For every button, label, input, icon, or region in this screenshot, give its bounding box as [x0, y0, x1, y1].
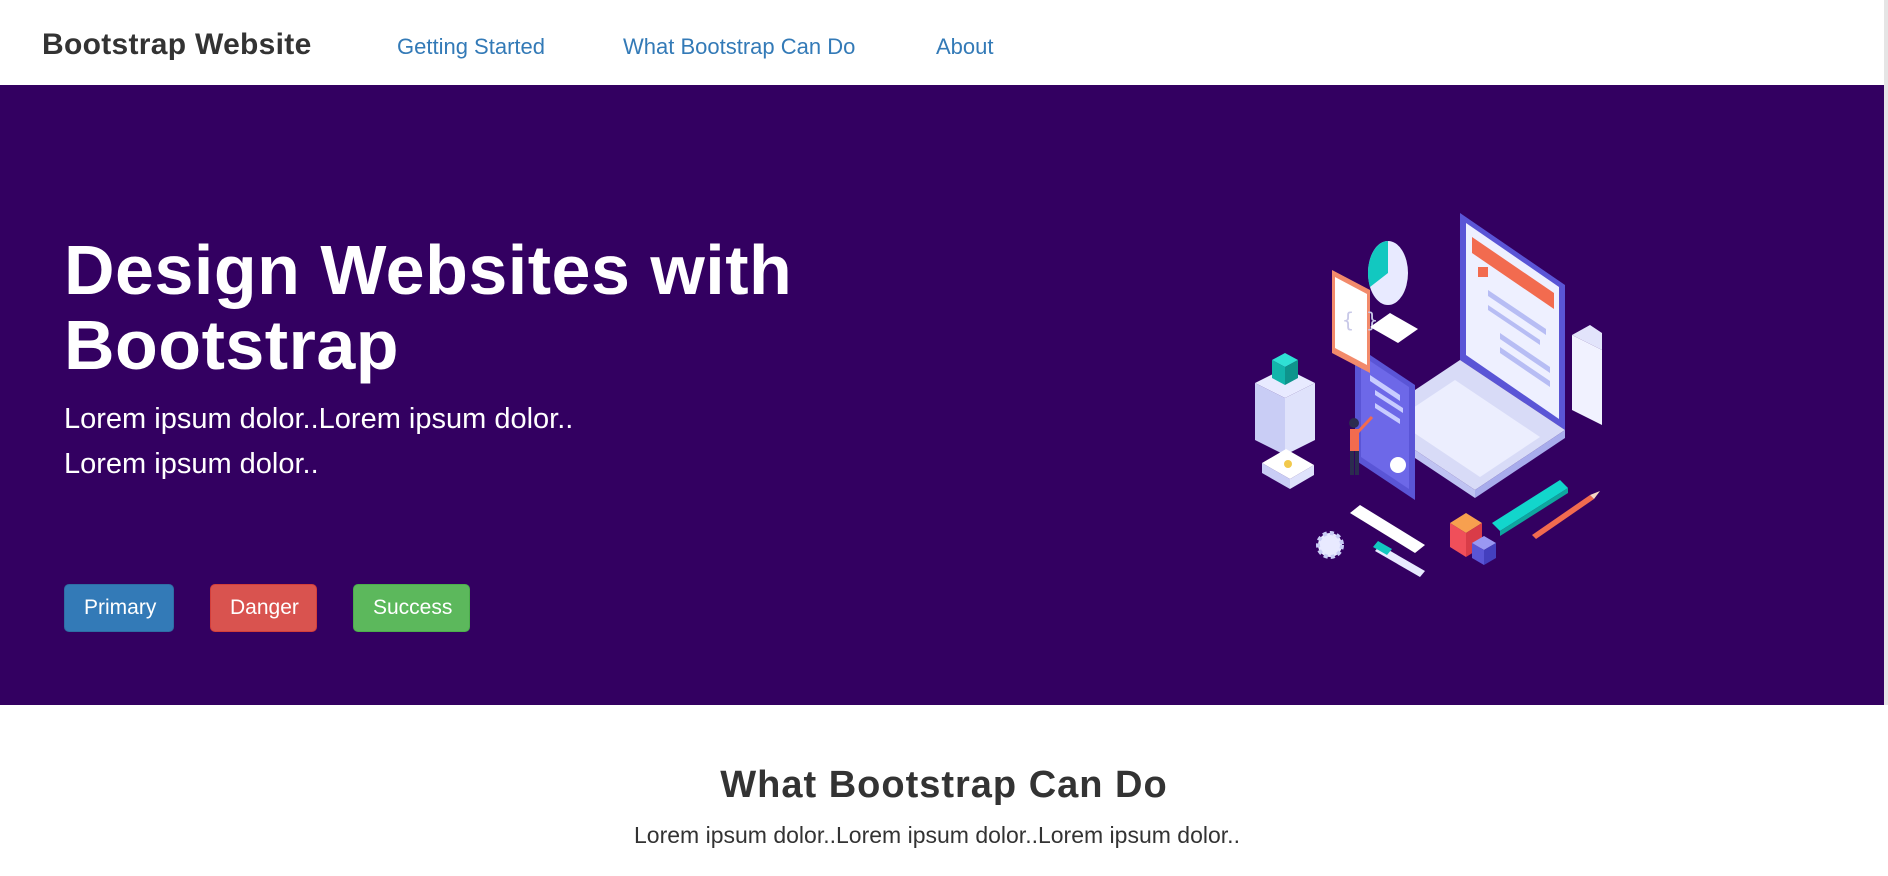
section-text: Lorem ipsum dolor..Lorem ipsum dolor..Lo…: [634, 822, 1240, 848]
hero-text: Lorem ipsum dolor..Lorem ipsum dolor.. L…: [64, 397, 624, 487]
hero-text-line-2: Lorem ipsum dolor..: [64, 448, 319, 480]
nav-link-about[interactable]: About: [936, 34, 994, 60]
brand-link[interactable]: Bootstrap Website: [42, 28, 312, 62]
hero-text-line-1: Lorem ipsum dolor..Lorem ipsum dolor..: [64, 403, 574, 435]
hero-title: Design Websites with Bootstrap: [64, 231, 793, 384]
section-title: What Bootstrap Can Do: [720, 764, 1168, 806]
nav-link-what-bootstrap-can-do[interactable]: What Bootstrap Can Do: [623, 34, 855, 60]
page: Bootstrap Website Getting Started What B…: [0, 0, 1888, 876]
success-button[interactable]: Success: [353, 584, 470, 632]
danger-button[interactable]: Danger: [210, 584, 317, 632]
navbar: Bootstrap Website Getting Started What B…: [0, 0, 1884, 86]
laptop-illustration: { }: [1255, 213, 1602, 577]
scrollbar[interactable]: [1884, 0, 1888, 705]
primary-button[interactable]: Primary: [64, 584, 174, 632]
nav-link-getting-started[interactable]: Getting Started: [397, 34, 545, 60]
hero-section: Design Websites with Bootstrap Lorem ips…: [0, 85, 1884, 705]
